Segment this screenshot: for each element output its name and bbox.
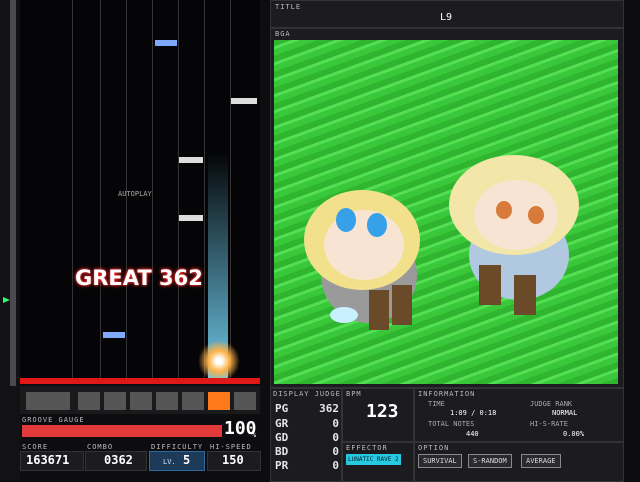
gauge-unit: % xyxy=(252,431,257,439)
bga-characters xyxy=(304,155,579,330)
hispeed-label: HI-SPEED xyxy=(210,443,252,451)
lane-divider xyxy=(72,0,73,380)
total-notes-value: 440 xyxy=(466,430,479,438)
option-label: OPTION xyxy=(418,444,450,452)
judge-line xyxy=(20,378,260,384)
difficulty-box xyxy=(149,451,205,471)
key-1 xyxy=(78,392,100,410)
judge-display: GREAT 362 xyxy=(75,266,203,290)
difficulty-label: DIFFICULTY xyxy=(151,443,204,451)
bga-label: BGA xyxy=(275,30,291,38)
judge-row-gd: GD 0 xyxy=(275,431,339,444)
judge-key: GD xyxy=(275,431,289,444)
key-5 xyxy=(182,392,204,410)
time-label: TIME xyxy=(428,400,445,408)
judge-count: 0 xyxy=(332,417,339,430)
judge-row-gr: GR 0 xyxy=(275,417,339,430)
judge-panel-label: DISPLAY JUDGE xyxy=(273,390,341,398)
note-white xyxy=(231,98,257,104)
gauge-label: GROOVE GAUGE xyxy=(22,416,85,424)
lane-divider xyxy=(152,0,153,380)
scratch-key xyxy=(26,392,70,410)
score-label: SCORE xyxy=(22,443,49,451)
total-notes-label: TOTAL NOTES xyxy=(428,420,475,428)
judge-key: PR xyxy=(275,459,289,472)
left-lane-divider xyxy=(10,0,16,386)
time-value: 1:09 / 0:18 xyxy=(450,409,497,417)
playback-marker-icon xyxy=(3,297,10,303)
hispeed-value: 150 xyxy=(222,453,244,467)
note-white xyxy=(179,157,203,163)
combo-label: COMBO xyxy=(87,443,114,451)
hi-rate-label: HI-S-RATE xyxy=(530,420,568,428)
option-average: AVERAGE xyxy=(521,454,561,468)
level-value: 5 xyxy=(183,453,191,467)
level-prefix: LV. xyxy=(163,458,176,466)
effector-label: EFFECTOR xyxy=(346,444,388,452)
note-white xyxy=(179,215,203,221)
note-blue xyxy=(155,40,177,46)
lane-divider xyxy=(230,0,231,380)
key-2 xyxy=(104,392,126,410)
bga-image xyxy=(274,40,618,384)
judge-key: BD xyxy=(275,445,289,458)
judge-row-pr: PR 0 xyxy=(275,459,339,472)
gauge-fill xyxy=(22,425,222,437)
effector-value: LUNATIC RAVE 2 xyxy=(346,454,401,465)
lane-divider xyxy=(178,0,179,380)
key-6-pressed xyxy=(208,392,230,410)
judge-count: 0 xyxy=(332,431,339,444)
judge-rank-value: NORMAL xyxy=(552,409,578,417)
key-3 xyxy=(130,392,152,410)
judge-count: 362 xyxy=(319,402,339,415)
song-title: L9 xyxy=(439,12,453,23)
hit-flash xyxy=(198,340,240,382)
info-label: INFORMATION xyxy=(418,390,476,398)
gauge-track xyxy=(22,425,222,437)
combo-value: 0362 xyxy=(104,453,133,467)
lane-divider xyxy=(100,0,101,380)
note-blue xyxy=(103,332,125,338)
scratch-beam xyxy=(208,0,228,380)
bpm-label: BPM xyxy=(346,390,362,398)
judge-rank-label: JUDGE RANK xyxy=(530,400,573,408)
note-lanes: AUTOPLAY GREAT 362 xyxy=(20,0,260,382)
bpm-value: 123 xyxy=(366,401,399,422)
judge-key: PG xyxy=(275,402,289,415)
judge-row-pg: PG 362 xyxy=(275,402,339,415)
judge-count: 0 xyxy=(332,445,339,458)
judge-key: GR xyxy=(275,417,289,430)
key-4 xyxy=(156,392,178,410)
lane-divider xyxy=(204,0,205,380)
hi-rate-value: 0.00% xyxy=(563,430,585,438)
title-label: TITLE xyxy=(275,3,302,11)
autoplay-label: AUTOPLAY xyxy=(118,190,152,198)
option-s-random: S-RANDOM xyxy=(468,454,512,468)
judge-count: 0 xyxy=(332,459,339,472)
key-7 xyxy=(234,392,256,410)
option-survival: SURVIVAL xyxy=(418,454,462,468)
score-value: 163671 xyxy=(26,453,70,467)
judge-row-bd: BD 0 xyxy=(275,445,339,458)
